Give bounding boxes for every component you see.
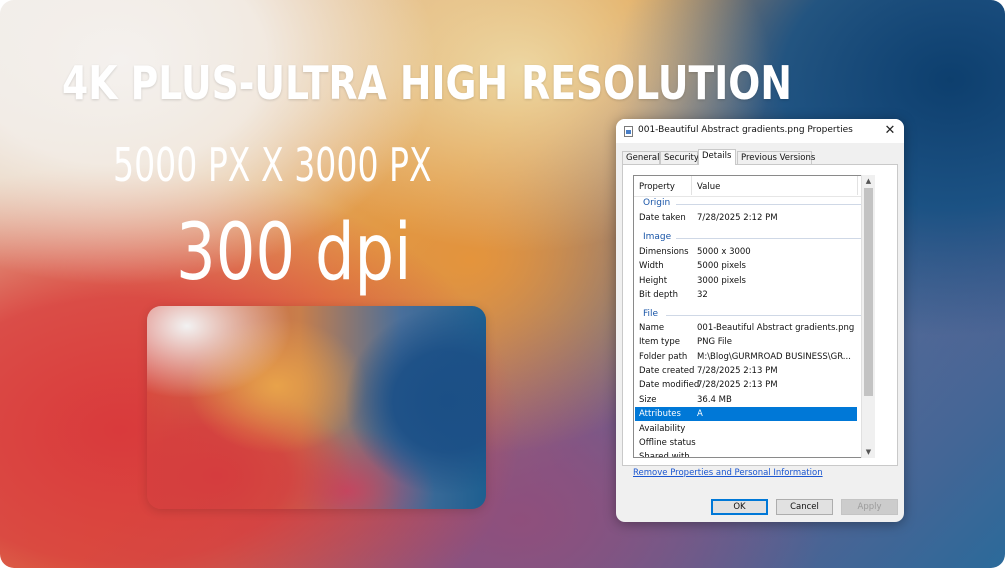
column-divider[interactable] (857, 176, 858, 195)
headline: 4K PLUS-ULTRA HIGH RESOLUTION (62, 56, 792, 110)
title-bar: 001-Beautiful Abstract gradients.png Pro… (616, 119, 904, 143)
details-panel: Property Value Origin Date taken 7/28/20… (622, 164, 898, 466)
remove-properties-link[interactable]: Remove Properties and Personal Informati… (633, 468, 823, 478)
dialog-title: 001-Beautiful Abstract gradients.png Pro… (638, 125, 853, 135)
property-key: Height (639, 276, 668, 286)
property-key: Size (639, 395, 657, 405)
property-key: Width (639, 261, 664, 271)
scroll-down-arrow-icon[interactable]: ▼ (862, 446, 875, 458)
scroll-up-arrow-icon[interactable]: ▲ (862, 175, 875, 187)
property-value: M:\Blog\GURMROAD BUSINESS\GR... (697, 352, 851, 362)
property-key: Folder path (639, 352, 688, 362)
property-key: Name (639, 323, 665, 333)
row-height[interactable]: Height 3000 pixels (635, 274, 857, 288)
gradient-preview-image (147, 306, 486, 509)
row-folder-path[interactable]: Folder path M:\Blog\GURMROAD BUSINESS\GR… (635, 350, 857, 364)
property-value: 001-Beautiful Abstract gradients.png (697, 323, 855, 333)
cancel-button[interactable]: Cancel (776, 499, 833, 515)
column-property[interactable]: Property (639, 182, 675, 192)
tab-security[interactable]: Security (660, 151, 699, 164)
row-offline-status[interactable]: Offline status (635, 436, 857, 450)
property-key: Bit depth (639, 290, 678, 300)
property-value: A (697, 409, 703, 419)
property-key: Dimensions (639, 247, 689, 257)
row-date-taken[interactable]: Date taken 7/28/2025 2:12 PM (635, 211, 857, 225)
group-divider (666, 315, 861, 316)
property-value: 5000 pixels (697, 261, 746, 271)
details-list[interactable]: Property Value Origin Date taken 7/28/20… (633, 175, 875, 458)
row-dimensions[interactable]: Dimensions 5000 x 3000 (635, 245, 857, 259)
row-name[interactable]: Name 001-Beautiful Abstract gradients.pn… (635, 321, 857, 335)
tab-previous-versions[interactable]: Previous Versions (737, 151, 815, 164)
row-date-created[interactable]: Date created 7/28/2025 2:13 PM (635, 364, 857, 378)
tab-general[interactable]: General (622, 151, 660, 164)
close-button[interactable]: ✕ (880, 121, 900, 141)
property-value: 7/28/2025 2:13 PM (697, 366, 778, 376)
property-key: Date created (639, 366, 695, 376)
property-value: 7/28/2025 2:13 PM (697, 380, 778, 390)
scroll-thumb[interactable] (864, 188, 873, 396)
gradient-background: 4K PLUS-ULTRA HIGH RESOLUTION 5000 PX X … (0, 0, 1005, 568)
property-key: Offline status (639, 438, 696, 448)
property-key: Shared with (639, 452, 690, 458)
property-key: Date taken (639, 213, 686, 223)
row-date-modified[interactable]: Date modified 7/28/2025 2:13 PM (635, 378, 857, 392)
property-key: Attributes (639, 409, 681, 419)
group-image: Image (643, 232, 672, 242)
dimensions-text: 5000 PX X 3000 PX (113, 138, 432, 192)
column-divider[interactable] (691, 176, 692, 195)
property-key: Item type (639, 337, 681, 347)
list-header: Property Value (634, 176, 874, 197)
row-attributes[interactable]: Attributes A (635, 407, 857, 421)
property-key: Availability (639, 424, 686, 434)
group-origin: Origin (643, 198, 671, 208)
list-scrollbar[interactable]: ▲ ▼ (861, 175, 875, 458)
group-divider (676, 204, 861, 205)
column-value[interactable]: Value (697, 182, 720, 192)
row-width[interactable]: Width 5000 pixels (635, 259, 857, 273)
property-value: 5000 x 3000 (697, 247, 751, 257)
property-key: Date modified (639, 380, 700, 390)
group-divider (676, 238, 861, 239)
row-shared-with[interactable]: Shared with (635, 450, 857, 458)
dpi-text: 300 dpi (176, 208, 412, 298)
ok-button[interactable]: OK (711, 499, 768, 515)
properties-dialog: 001-Beautiful Abstract gradients.png Pro… (616, 119, 904, 522)
property-value: 36.4 MB (697, 395, 732, 405)
row-availability[interactable]: Availability (635, 422, 857, 436)
property-value: PNG File (697, 337, 732, 347)
row-bit-depth[interactable]: Bit depth 32 (635, 288, 857, 302)
row-size[interactable]: Size 36.4 MB (635, 393, 857, 407)
group-file: File (643, 309, 659, 319)
file-icon (624, 126, 633, 137)
tab-details[interactable]: Details (698, 149, 736, 165)
property-value: 32 (697, 290, 708, 300)
apply-button[interactable]: Apply (841, 499, 898, 515)
property-value: 3000 pixels (697, 276, 746, 286)
row-item-type[interactable]: Item type PNG File (635, 335, 857, 349)
property-value: 7/28/2025 2:12 PM (697, 213, 778, 223)
